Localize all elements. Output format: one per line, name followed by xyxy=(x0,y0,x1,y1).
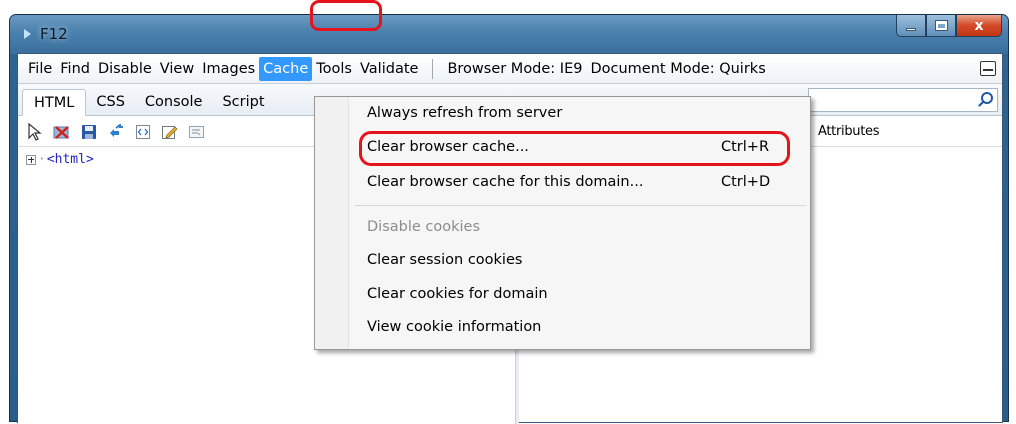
word-wrap-icon[interactable] xyxy=(188,123,206,141)
menu-separator xyxy=(432,58,434,79)
tab-script[interactable]: Script xyxy=(212,89,274,116)
toolbar-buttons xyxy=(26,123,206,141)
close-icon: x xyxy=(974,17,984,34)
menu-item-always-refresh[interactable]: Always refresh from server xyxy=(367,105,562,121)
f12-app-icon xyxy=(24,29,31,39)
select-element-icon[interactable] xyxy=(26,123,44,141)
search-input[interactable] xyxy=(808,88,998,112)
refresh-icon[interactable] xyxy=(107,123,125,141)
search-icon[interactable] xyxy=(981,92,993,104)
shortcut-clear-browser-cache: Ctrl+R xyxy=(721,139,770,155)
menu-separator xyxy=(355,205,806,206)
tree-node-html[interactable]: · <html> xyxy=(26,152,94,167)
tree-connector: · xyxy=(38,152,46,167)
menu-item-clear-cache-domain[interactable]: Clear browser cache for this domain... xyxy=(367,174,643,190)
save-icon[interactable] xyxy=(80,123,98,141)
attributes-label: Attributes xyxy=(818,124,880,139)
minimize-icon xyxy=(906,28,916,31)
menu-file[interactable]: File xyxy=(24,57,56,81)
menu-validate[interactable]: Validate xyxy=(356,57,422,81)
menu-disable[interactable]: Disable xyxy=(94,57,156,81)
tree-node-label[interactable]: <html> xyxy=(47,152,94,167)
menu-find[interactable]: Find xyxy=(56,57,94,81)
edit-icon[interactable] xyxy=(161,123,179,141)
menu-view[interactable]: View xyxy=(156,57,198,81)
menu-tools[interactable]: Tools xyxy=(312,57,356,81)
title-bar: F12 x xyxy=(10,15,1008,54)
caption-buttons: x xyxy=(896,15,1002,39)
minimize-button[interactable] xyxy=(896,15,926,37)
tab-css[interactable]: CSS xyxy=(86,89,135,116)
menu-item-clear-browser-cache[interactable]: Clear browser cache... xyxy=(367,139,529,155)
menu-item-view-cookie-info[interactable]: View cookie information xyxy=(367,319,541,335)
clear-icon[interactable] xyxy=(53,123,71,141)
menu-item-disable-cookies[interactable]: Disable cookies xyxy=(367,219,480,235)
maximize-button[interactable] xyxy=(926,15,956,37)
tab-list: HTML CSS Console Script xyxy=(22,89,275,116)
tab-console[interactable]: Console xyxy=(135,89,213,116)
menu-item-clear-session-cookies[interactable]: Clear session cookies xyxy=(367,252,522,268)
cache-dropdown-menu: Always refresh from server Clear browser… xyxy=(314,96,811,350)
source-icon[interactable] xyxy=(134,123,152,141)
menu-images[interactable]: Images xyxy=(198,57,259,81)
tab-html[interactable]: HTML xyxy=(22,89,87,116)
menu-cache[interactable]: Cache xyxy=(259,56,313,81)
minimize-pane-button[interactable] xyxy=(980,61,996,76)
menu-browser-mode[interactable]: Browser Mode: IE9 xyxy=(443,57,586,81)
maximize-icon xyxy=(934,20,948,31)
menu-icon-gutter xyxy=(315,97,349,349)
menu-item-clear-cookies-domain[interactable]: Clear cookies for domain xyxy=(367,286,548,302)
shortcut-clear-cache-domain: Ctrl+D xyxy=(721,174,771,190)
menu-document-mode[interactable]: Document Mode: Quirks xyxy=(586,57,769,81)
window-title: F12 xyxy=(40,25,68,43)
menu-bar: File Find Disable View Images Cache Tool… xyxy=(18,54,1002,84)
close-button[interactable]: x xyxy=(956,15,1002,37)
expand-icon[interactable] xyxy=(26,154,36,165)
screenshot-stage: F12 x File Find Disable View Images Cach… xyxy=(0,0,1016,424)
